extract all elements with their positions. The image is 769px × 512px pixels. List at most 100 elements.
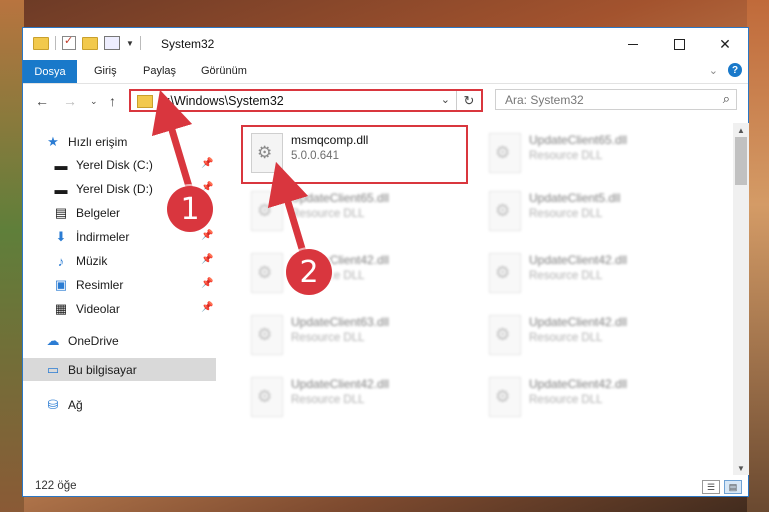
expand-ribbon-icon[interactable]: ⌄ [709,64,718,77]
window-controls: ✕ [610,28,748,60]
file-name: UpdateClient65.dll [529,133,628,147]
file-item[interactable]: UpdateClient63.dll Resource DLL [243,309,473,369]
sidebar-item-label: Bu bilgisayar [68,363,137,377]
pin-icon[interactable]: 📌 [201,254,213,265]
close-button[interactable]: ✕ [702,28,748,60]
sidebar-item-quick-access[interactable]: ★ Hızlı erişim [45,131,127,153]
item-count: 122 öğe [35,480,77,492]
minimize-icon [628,43,638,45]
documents-icon: ▤ [54,205,68,220]
sidebar-item-network[interactable]: ⛁ Ağ [45,394,83,416]
sidebar-item-this-pc[interactable]: ▭ Bu bilgisayar [45,359,137,381]
forward-arrow-icon[interactable]: → [63,93,77,109]
sidebar-item-downloads[interactable]: ⬇ İndirmeler [53,226,130,248]
minimize-button[interactable] [610,28,656,60]
ribbon-right-controls: ⌄ ? [709,63,742,77]
pin-icon[interactable]: 📌 [201,302,213,313]
file-item[interactable]: UpdateClient42.dll Resource DLL [481,309,711,369]
sidebar-item-pictures[interactable]: ▣ Resimler [53,274,124,296]
new-folder-icon[interactable] [82,36,98,50]
tab-share[interactable]: Paylaş [143,65,176,77]
toolbar-divider [139,36,141,50]
step-badge-1: 1 [167,186,213,232]
dll-file-icon [251,377,283,417]
file-item[interactable]: UpdateClient5.dll Resource DLL [481,185,711,245]
dll-file-icon [251,315,283,355]
close-icon: ✕ [719,35,731,52]
file-item[interactable]: UpdateClient65.dll Resource DLL [481,127,711,187]
address-path[interactable]: C:\Windows\System32 [158,94,284,108]
pictures-icon: ▣ [54,277,68,292]
sidebar-item-disk-d[interactable]: ▬ Yerel Disk (D:) [53,178,153,200]
desktop-background-left [0,0,24,512]
videos-icon: ▦ [54,301,68,316]
details-view-icon[interactable]: ☰ [702,480,720,494]
file-description: Resource DLL [529,332,603,344]
drive-icon: ▬ [54,181,68,197]
tab-file[interactable]: Dosya [23,60,77,83]
dll-file-icon [489,191,521,231]
search-input[interactable]: Ara: System32 ⌕ [495,89,737,110]
scroll-down-icon[interactable]: ▼ [733,461,749,475]
file-name: UpdateClient42.dll [529,253,628,267]
customize-icon[interactable] [104,36,120,50]
sidebar-item-label: Belgeler [76,206,121,220]
file-description: Resource DLL [529,394,603,406]
tab-home[interactable]: Giriş [94,65,117,77]
up-arrow-icon[interactable]: ↑ [109,93,116,109]
tab-view[interactable]: Görünüm [201,65,247,77]
drive-icon: ▬ [54,157,68,173]
file-item[interactable]: UpdateClient42.dll Resource DLL [243,247,473,307]
search-icon[interactable]: ⌕ [723,91,730,107]
dll-file-icon [251,253,283,293]
file-name: UpdateClient5.dll [529,191,621,205]
scroll-up-icon[interactable]: ▲ [733,123,749,137]
properties-check-icon[interactable] [62,34,76,50]
sidebar-item-onedrive[interactable]: ☁ OneDrive [45,330,119,352]
dll-file-icon [489,377,521,417]
computer-icon: ▭ [46,362,60,377]
file-name: UpdateClient42.dll [529,377,628,391]
quick-access-toolbar: ▼ [33,34,141,50]
sidebar-item-label: Yerel Disk (C:) [76,158,153,172]
sidebar-item-disk-c[interactable]: ▬ Yerel Disk (C:) [53,154,153,176]
download-icon: ⬇ [55,229,67,244]
help-icon[interactable]: ? [728,63,742,77]
file-item[interactable]: UpdateClient42.dll Resource DLL [243,371,473,431]
explorer-window: ▼ System32 ✕ Dosya Giriş Paylaş Görünüm … [22,27,749,497]
pin-icon[interactable]: 📌 [201,278,213,289]
back-arrow-icon[interactable]: ← [35,93,49,109]
address-dropdown-icon[interactable]: ⌄ [441,93,450,106]
pin-icon[interactable]: 📌 [201,230,213,241]
toolbar-dropdown-icon[interactable]: ▼ [126,39,134,48]
maximize-button[interactable] [656,28,702,60]
sidebar-item-documents[interactable]: ▤ Belgeler [53,202,120,224]
tiles-view-icon[interactable]: ▤ [724,480,742,494]
file-item[interactable]: UpdateClient42.dll Resource DLL [481,371,711,431]
file-description: Resource DLL [291,332,365,344]
folder-icon [33,36,49,50]
file-description: Resource DLL [529,150,603,162]
refresh-icon[interactable]: ↻ [456,91,481,110]
sidebar-item-label: Ağ [68,398,83,412]
search-placeholder: Ara: System32 [505,93,584,107]
ribbon-tabs: Dosya Giriş Paylaş Görünüm ⌄ ? [23,60,748,84]
sidebar-item-music[interactable]: ♪ Müzik [53,250,108,272]
file-item[interactable]: UpdateClient42.dll Resource DLL [481,247,711,307]
maximize-icon [673,38,685,50]
sidebar-item-label: İndirmeler [76,230,130,244]
pin-icon[interactable]: 📌 [201,158,213,169]
file-name: UpdateClient42.dll [529,315,628,329]
file-item[interactable]: UpdateClient65.dll Resource DLL [243,185,473,245]
vertical-scrollbar[interactable]: ▲ ▼ [733,123,749,475]
file-name: UpdateClient42.dll [291,377,390,391]
folder-icon [137,95,153,108]
sidebar-item-videos[interactable]: ▦ Videolar [53,298,120,320]
file-description: Resource DLL [529,208,603,220]
recent-locations-icon[interactable]: ⌄ [90,96,98,107]
sidebar-item-label: OneDrive [68,334,119,348]
sidebar-item-label: Videolar [76,302,120,316]
scroll-thumb[interactable] [735,137,747,185]
file-name: UpdateClient65.dll [291,191,390,205]
address-bar[interactable]: C:\Windows\System32 ⌄ ↻ [129,89,483,112]
